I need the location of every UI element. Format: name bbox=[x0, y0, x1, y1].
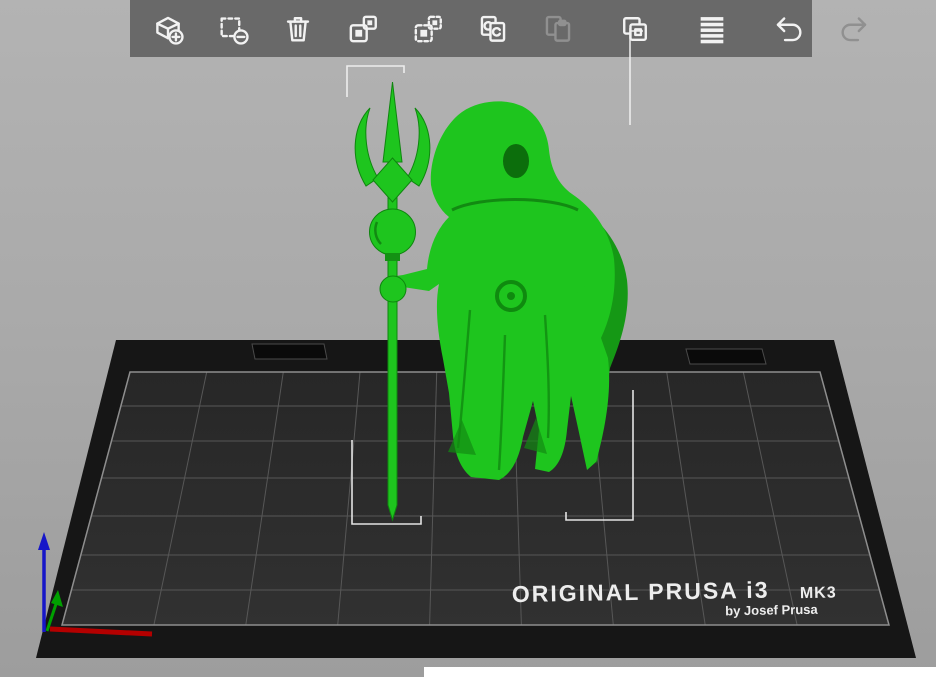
delete-button[interactable] bbox=[276, 5, 320, 53]
bottom-bar bbox=[424, 667, 936, 677]
scene-canvas[interactable]: ORIGINAL PRUSA i3 MK3 by Josef Prusa bbox=[0, 0, 936, 677]
z-axis-arrowhead bbox=[38, 532, 50, 550]
model-face bbox=[503, 144, 529, 178]
redo-button[interactable] bbox=[832, 5, 876, 53]
paste-button[interactable] bbox=[536, 5, 580, 53]
squares-dashed-icon bbox=[411, 12, 445, 46]
undo-arrow-icon bbox=[772, 12, 806, 46]
copy-pages-icon bbox=[476, 12, 510, 46]
remove-button[interactable] bbox=[211, 5, 255, 53]
split-to-parts-button[interactable] bbox=[406, 5, 450, 53]
add-button[interactable] bbox=[146, 5, 190, 53]
duplicate-button[interactable] bbox=[613, 5, 657, 53]
split-to-objects-button[interactable] bbox=[341, 5, 385, 53]
trash-icon bbox=[281, 12, 315, 46]
remove-cube-minus-icon bbox=[216, 12, 250, 46]
model-figurine[interactable] bbox=[355, 82, 628, 520]
3d-viewport[interactable]: ORIGINAL PRUSA i3 MK3 by Josef Prusa bbox=[0, 0, 936, 677]
undo-button[interactable] bbox=[767, 5, 811, 53]
copy-button[interactable] bbox=[471, 5, 515, 53]
bed-brand-model: MK3 bbox=[800, 584, 837, 602]
paste-pages-icon bbox=[541, 12, 575, 46]
top-toolbar bbox=[130, 0, 812, 57]
model-belt-center bbox=[507, 292, 515, 300]
add-cube-plus-icon bbox=[151, 12, 185, 46]
duplicate-squares-icon bbox=[618, 12, 652, 46]
bed-byline: by Josef Prusa bbox=[725, 602, 819, 619]
squares-solid-icon bbox=[346, 12, 380, 46]
model-left-hand bbox=[380, 276, 406, 302]
layer-view-button[interactable] bbox=[690, 5, 734, 53]
redo-arrow-icon bbox=[837, 12, 871, 46]
model-right-hand bbox=[577, 286, 597, 306]
stacked-layers-icon bbox=[695, 12, 729, 46]
